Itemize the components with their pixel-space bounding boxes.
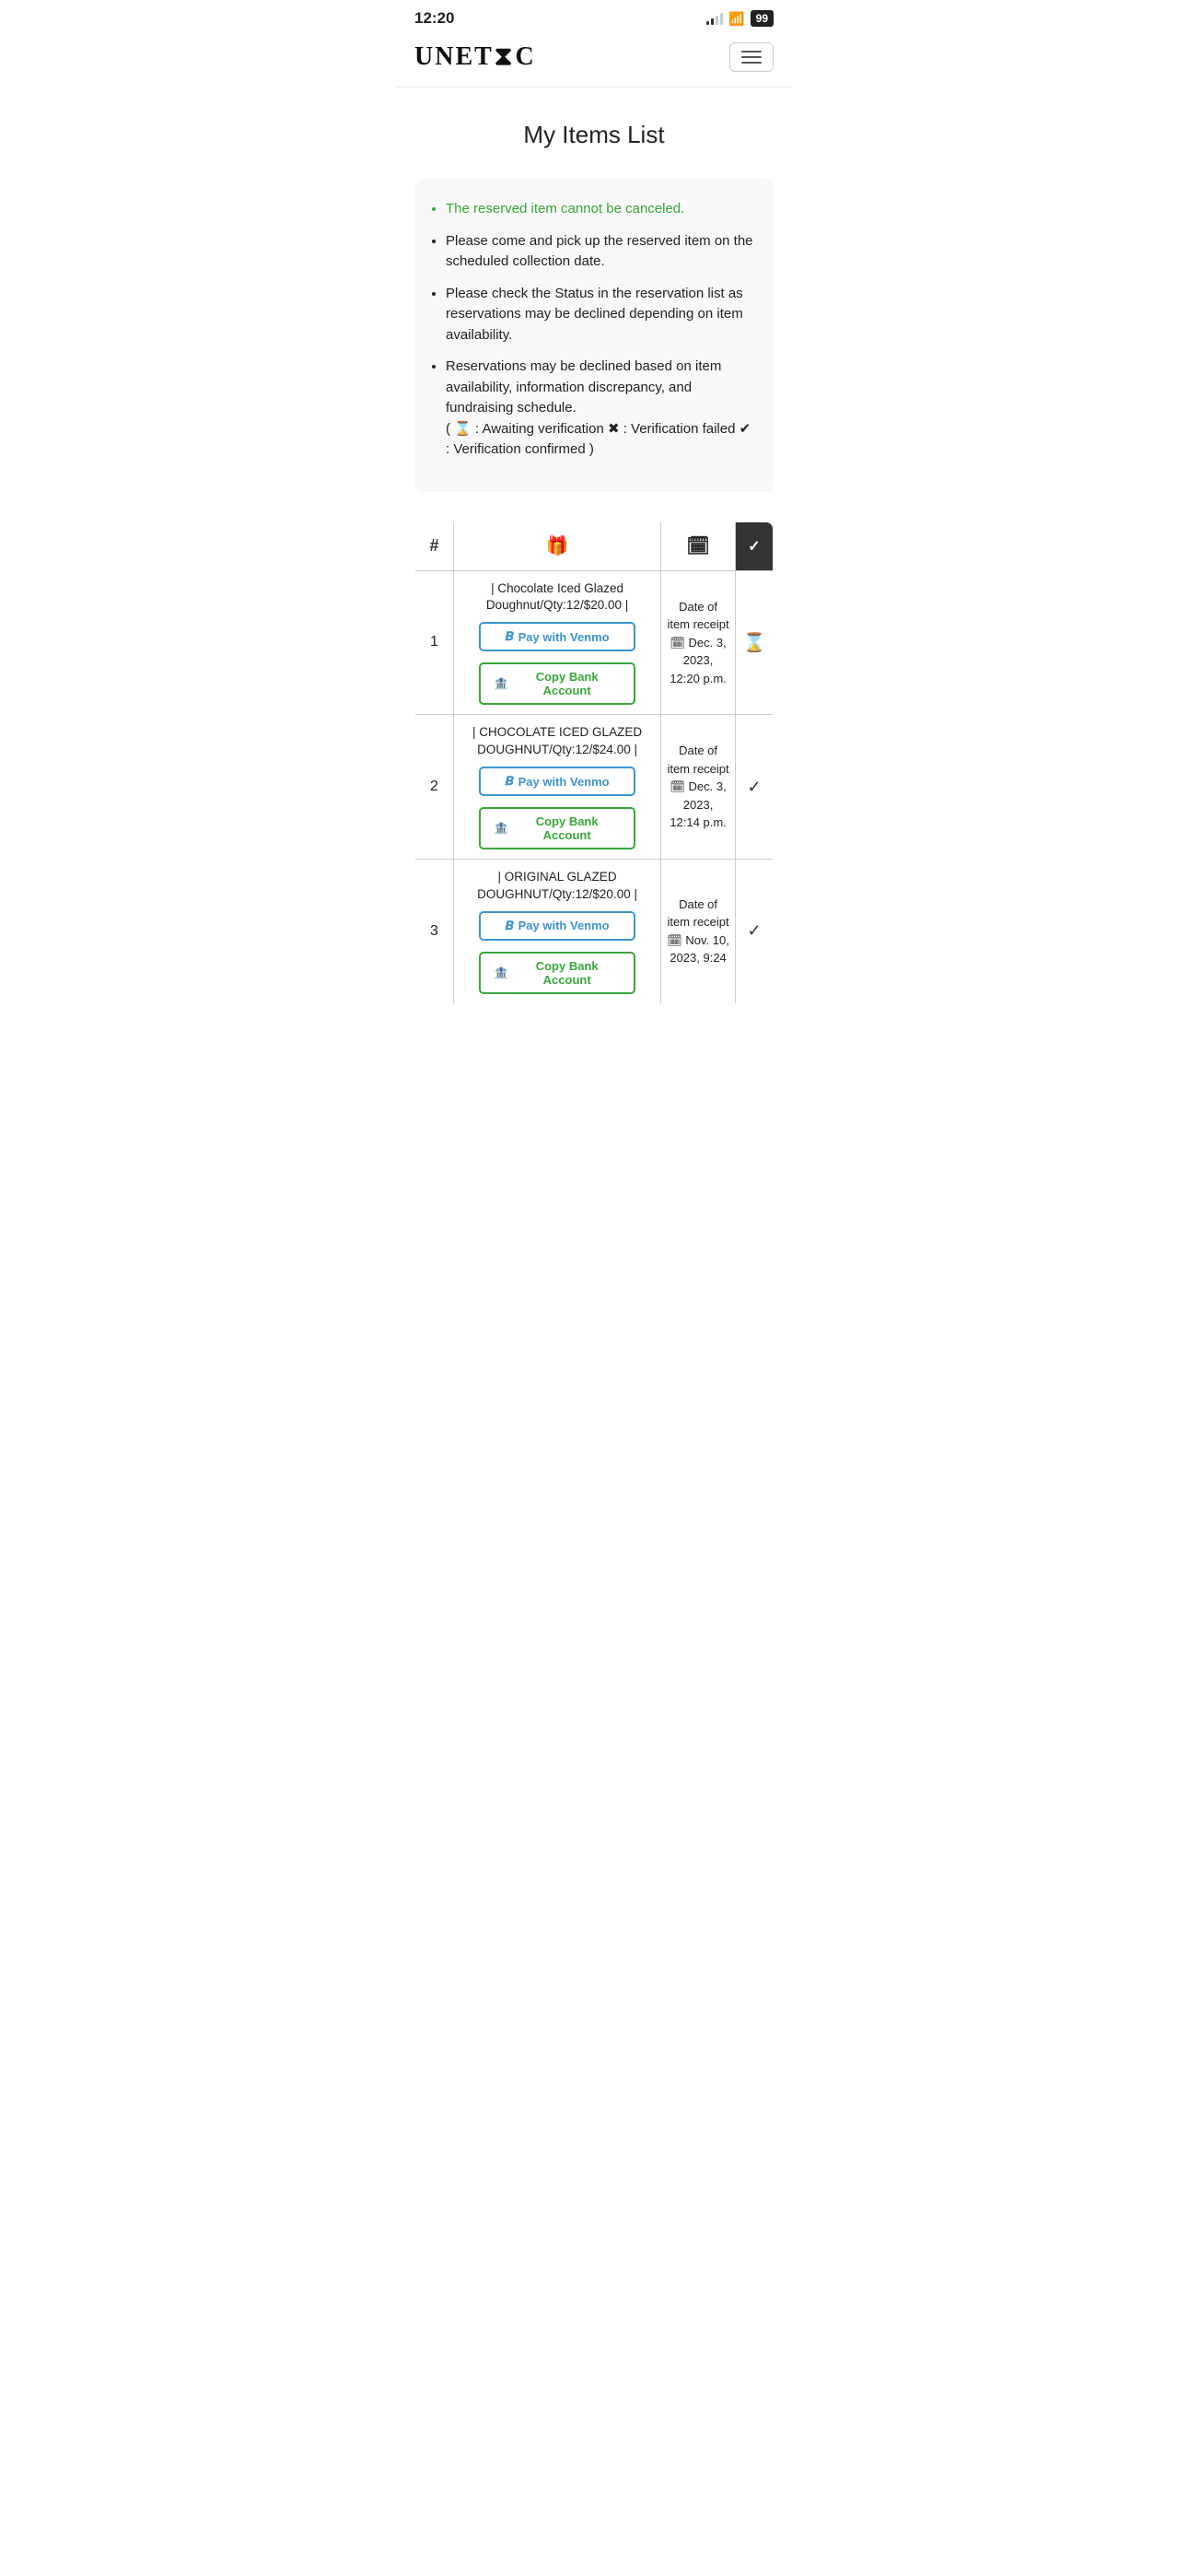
info-item-3: Please check the Status in the reservati… [446, 284, 753, 346]
row-3-btn-group: 𝑩 Pay with Venmo 🏦 Copy Bank Account [460, 911, 655, 994]
hamburger-line-1 [741, 51, 762, 53]
row-3-item-name: | ORIGINAL GLAZED DOUGHNUT/Qty:12/$20.00… [460, 869, 655, 904]
hourglass-icon: ⌛ [743, 633, 766, 653]
table-row: 1 | Chocolate Iced Glazed Doughnut/Qty:1… [415, 570, 774, 715]
col-num-header: # [415, 521, 454, 570]
row-1-status: ⌛ [735, 570, 773, 715]
row-1-num: 1 [415, 570, 454, 715]
menu-button[interactable] [729, 42, 774, 72]
check-circle-icon: ✓ [741, 533, 767, 559]
row-2-venmo-button[interactable]: 𝑩 Pay with Venmo [479, 767, 635, 796]
row-3-venmo-button[interactable]: 𝑩 Pay with Venmo [479, 911, 635, 941]
items-table: # 🎁 🗓 ✓ 1 | Chocolate Iced Glazed Doughn… [414, 521, 774, 1004]
row-3-date: Date of item receipt 🗓 Nov. 10, 2023, 9:… [661, 860, 736, 1004]
venmo-icon: 𝑩 [505, 629, 513, 644]
check-icon: ✓ [747, 921, 761, 940]
bank-icon: 🏦 [494, 966, 508, 980]
calendar-icon: 🗓 [667, 933, 682, 947]
row-2-num: 2 [415, 715, 454, 860]
hamburger-line-3 [741, 62, 762, 64]
info-item-2: Please come and pick up the reserved ite… [446, 231, 753, 273]
table-row: 3 | ORIGINAL GLAZED DOUGHNUT/Qty:12/$20.… [415, 860, 774, 1004]
time-display: 12:20 [414, 9, 454, 28]
row-2-item-name: | CHOCOLATE ICED GLAZED DOUGHNUT/Qty:12/… [460, 724, 655, 759]
row-1-date: Date of item receipt 🗓 Dec. 3, 2023, 12:… [661, 570, 736, 715]
col-status-header: ✓ [735, 521, 773, 570]
table-row: 2 | CHOCOLATE ICED GLAZED DOUGHNUT/Qty:1… [415, 715, 774, 860]
col-item-header: 🎁 [454, 521, 661, 570]
calendar-icon: 🗓 [670, 779, 685, 793]
bank-icon: 🏦 [494, 676, 508, 691]
row-1-item-name: | Chocolate Iced Glazed Doughnut/Qty:12/… [460, 580, 655, 615]
battery-icon: 99 [751, 10, 774, 27]
row-1-item: | Chocolate Iced Glazed Doughnut/Qty:12/… [454, 570, 661, 715]
info-box: The reserved item cannot be canceled. Pl… [414, 179, 774, 492]
info-item-1: The reserved item cannot be canceled. [446, 199, 753, 220]
app-header: UNET⧗C [396, 33, 792, 88]
calendar-icon: 🗓 [670, 636, 685, 650]
row-3-num: 3 [415, 860, 454, 1004]
info-list: The reserved item cannot be canceled. Pl… [424, 199, 753, 461]
row-1-bank-button[interactable]: 🏦 Copy Bank Account [479, 662, 635, 705]
venmo-icon: 𝑩 [505, 774, 513, 789]
table-header-row: # 🎁 🗓 ✓ [415, 521, 774, 570]
col-date-header: 🗓 [661, 521, 736, 570]
bank-icon: 🏦 [494, 821, 508, 836]
app-logo: UNET⧗C [414, 42, 536, 72]
row-2-bank-button[interactable]: 🏦 Copy Bank Account [479, 807, 635, 849]
logo-bowtie: ⧗ [495, 42, 515, 72]
wifi-icon: 📶 [728, 11, 744, 27]
row-2-status: ✓ [735, 715, 773, 860]
venmo-icon: 𝑩 [505, 919, 513, 933]
signal-icon [706, 12, 723, 25]
page-title: My Items List [396, 88, 792, 179]
check-icon: ✓ [747, 778, 761, 796]
status-bar: 12:20 📶 99 [396, 0, 792, 33]
icon-legend: ( ⌛ : Awaiting verification ✖ : Verifica… [446, 421, 751, 458]
row-1-venmo-button[interactable]: 𝑩 Pay with Venmo [479, 622, 635, 651]
row-2-date: Date of item receipt 🗓 Dec. 3, 2023, 12:… [661, 715, 736, 860]
hamburger-line-2 [741, 56, 762, 58]
row-2-item: | CHOCOLATE ICED GLAZED DOUGHNUT/Qty:12/… [454, 715, 661, 860]
info-item-4: Reservations may be declined based on it… [446, 357, 753, 461]
row-3-item: | ORIGINAL GLAZED DOUGHNUT/Qty:12/$20.00… [454, 860, 661, 1004]
row-2-btn-group: 𝑩 Pay with Venmo 🏦 Copy Bank Account [460, 767, 655, 849]
row-1-btn-group: 𝑩 Pay with Venmo 🏦 Copy Bank Account [460, 622, 655, 705]
row-3-status: ✓ [735, 860, 773, 1004]
status-icons: 📶 99 [706, 10, 774, 27]
row-3-bank-button[interactable]: 🏦 Copy Bank Account [479, 952, 635, 994]
